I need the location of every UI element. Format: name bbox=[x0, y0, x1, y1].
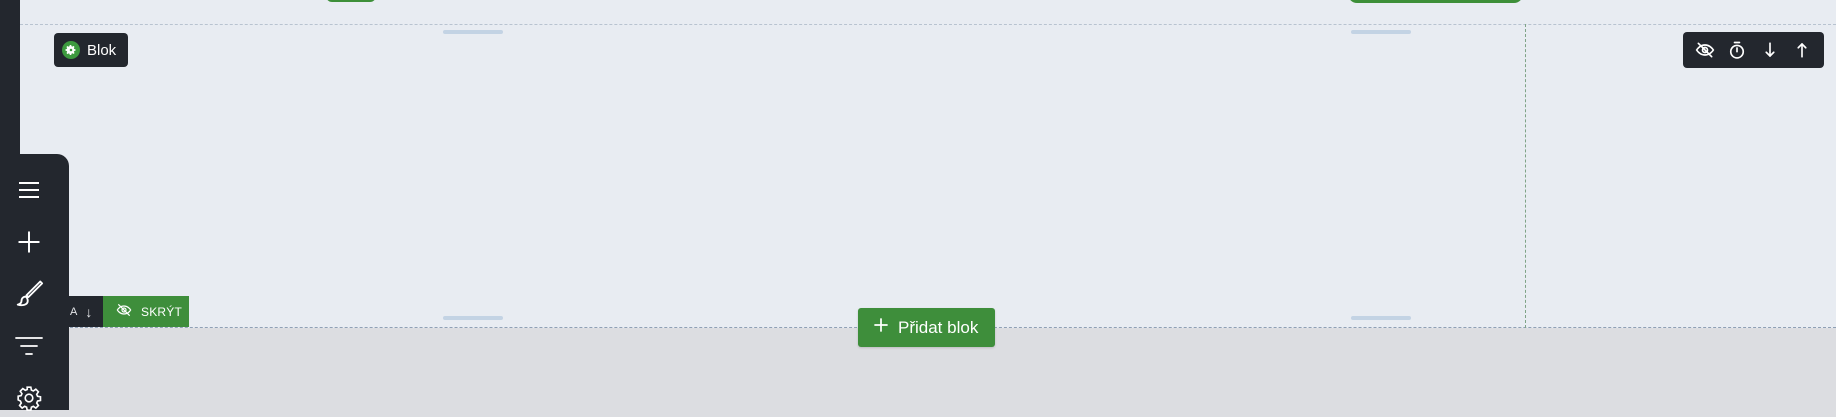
resize-handle-bottom-right[interactable] bbox=[1351, 316, 1411, 320]
hide-button-label: SKRÝT bbox=[141, 304, 183, 319]
section-mini-toolbar[interactable]: A ↓ bbox=[69, 296, 103, 327]
plus-icon bbox=[873, 317, 889, 338]
add-block-label: Přidat blok bbox=[898, 317, 979, 337]
section-letter: A bbox=[70, 305, 78, 318]
block-toolbar bbox=[1683, 32, 1824, 68]
block-top-border bbox=[20, 24, 1836, 25]
block-above-element bbox=[326, 0, 376, 2]
column-divider bbox=[1525, 24, 1526, 328]
stopwatch-icon[interactable] bbox=[1723, 36, 1751, 64]
block-settings-label[interactable]: Blok bbox=[54, 33, 128, 67]
resize-handle-bottom-left[interactable] bbox=[443, 316, 503, 320]
brush-icon[interactable] bbox=[10, 275, 48, 313]
gear-icon bbox=[62, 41, 80, 59]
resize-handle-top-right[interactable] bbox=[1351, 30, 1411, 34]
add-block-button[interactable]: Přidat blok bbox=[858, 308, 995, 347]
arrow-down-icon[interactable] bbox=[1756, 36, 1784, 64]
editor-sidebar bbox=[0, 154, 69, 411]
gear-icon[interactable] bbox=[10, 379, 48, 417]
block-canvas[interactable] bbox=[20, 0, 1836, 328]
arrow-down-icon[interactable]: ↓ bbox=[85, 304, 92, 320]
plus-icon[interactable] bbox=[10, 223, 48, 261]
resize-handle-top-left[interactable] bbox=[443, 30, 503, 34]
eye-slash-icon[interactable] bbox=[1691, 36, 1719, 64]
hide-button[interactable]: SKRÝT bbox=[103, 296, 189, 327]
arrow-up-icon[interactable] bbox=[1788, 36, 1816, 64]
eye-slash-icon bbox=[115, 302, 133, 321]
menu-icon[interactable] bbox=[10, 171, 48, 209]
block-label-text: Blok bbox=[87, 41, 117, 59]
filter-icon[interactable] bbox=[10, 327, 48, 365]
block-above-button bbox=[1348, 0, 1523, 3]
